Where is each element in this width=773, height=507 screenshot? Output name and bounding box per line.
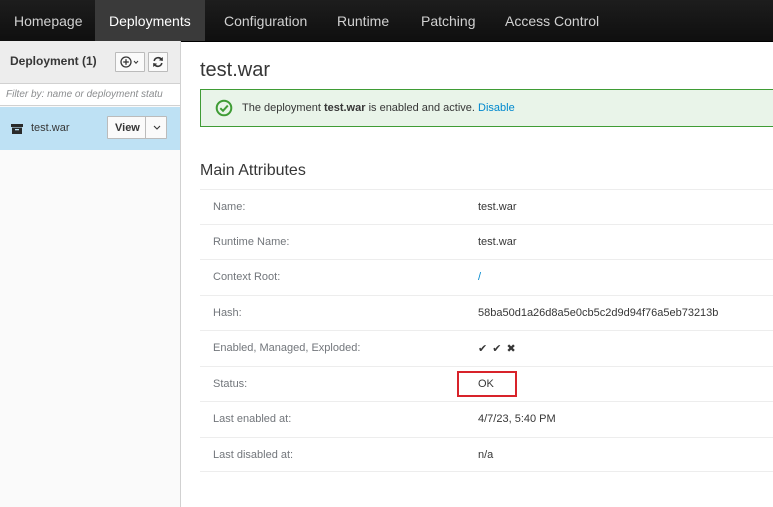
deployment-filter-input[interactable] xyxy=(0,84,180,106)
success-alert: The deployment test.war is enabled and a… xyxy=(200,89,773,127)
attribute-label: Context Root: xyxy=(213,271,281,283)
archive-icon xyxy=(11,124,23,134)
deployment-list-item[interactable]: test.war View xyxy=(0,107,180,150)
attribute-label: Hash: xyxy=(213,307,242,319)
alert-deployment-name: test.war xyxy=(323,102,366,114)
deployment-name: test.war xyxy=(31,122,70,134)
page-title: test.war xyxy=(200,59,271,81)
attribute-row-runtime-name: Runtime Name: test.war xyxy=(200,224,773,259)
tab-homepage[interactable]: Homepage xyxy=(0,0,95,41)
attribute-row-last-disabled: Last disabled at: n/a xyxy=(200,437,773,472)
view-dropdown[interactable]: View xyxy=(107,116,167,139)
attribute-label: Last enabled at: xyxy=(213,413,292,425)
attribute-row-status: Status: OK xyxy=(200,366,773,401)
attribute-label: Name: xyxy=(213,201,246,213)
attribute-label: Status: xyxy=(213,378,248,390)
add-deployment-button[interactable] xyxy=(115,52,145,72)
sidebar-title: Deployment (1) xyxy=(10,54,97,68)
alert-suffix: is enabled and active. xyxy=(365,102,479,114)
sidebar: Deployment (1) test.war V xyxy=(0,41,181,507)
disable-link[interactable]: Disable xyxy=(478,102,515,114)
top-navigation: Homepage Deployments Configuration Runti… xyxy=(0,0,773,42)
tab-runtime[interactable]: Runtime xyxy=(323,0,403,41)
view-button-label[interactable]: View xyxy=(115,122,140,134)
alert-prefix: The deployment xyxy=(242,102,324,114)
check-circle-icon xyxy=(215,99,233,117)
alert-message: The deployment test.war is enabled and a… xyxy=(242,102,515,114)
attribute-value: 58ba50d1a26d8a5e0cb5c2d9d94f76a5eb73213b xyxy=(478,307,719,319)
attribute-label: Runtime Name: xyxy=(213,236,290,248)
tab-access-control[interactable]: Access Control xyxy=(491,0,613,41)
attribute-label: Enabled, Managed, Exploded: xyxy=(213,342,361,354)
tab-patching[interactable]: Patching xyxy=(407,0,489,41)
tab-deployments[interactable]: Deployments xyxy=(95,0,205,41)
attribute-row-flags: Enabled, Managed, Exploded: ✔ ✔ ✖ xyxy=(200,330,773,365)
status-value: OK xyxy=(478,378,494,390)
section-title: Main Attributes xyxy=(200,162,306,179)
main-content: test.war The deployment test.war is enab… xyxy=(181,41,773,507)
chevron-down-icon[interactable] xyxy=(153,125,161,131)
attribute-row-last-enabled: Last enabled at: 4/7/23, 5:40 PM xyxy=(200,401,773,436)
refresh-button[interactable] xyxy=(148,52,168,72)
tab-configuration[interactable]: Configuration xyxy=(210,0,321,41)
plus-circle-icon xyxy=(120,56,139,68)
view-divider xyxy=(145,117,146,138)
attribute-row-hash: Hash: 58ba50d1a26d8a5e0cb5c2d9d94f76a5eb… xyxy=(200,295,773,330)
refresh-icon xyxy=(153,56,163,68)
attribute-value: test.war xyxy=(478,236,517,248)
flags-icons: ✔ ✔ ✖ xyxy=(478,343,517,355)
context-root-link[interactable]: / xyxy=(478,271,481,283)
attribute-value: 4/7/23, 5:40 PM xyxy=(478,413,556,425)
sidebar-header: Deployment (1) xyxy=(0,41,180,84)
attribute-row-name: Name: test.war xyxy=(200,189,773,224)
attribute-row-context-root: Context Root: / xyxy=(200,259,773,294)
attribute-label: Last disabled at: xyxy=(213,449,294,461)
attribute-value: test.war xyxy=(478,201,517,213)
attribute-value: n/a xyxy=(478,449,494,461)
